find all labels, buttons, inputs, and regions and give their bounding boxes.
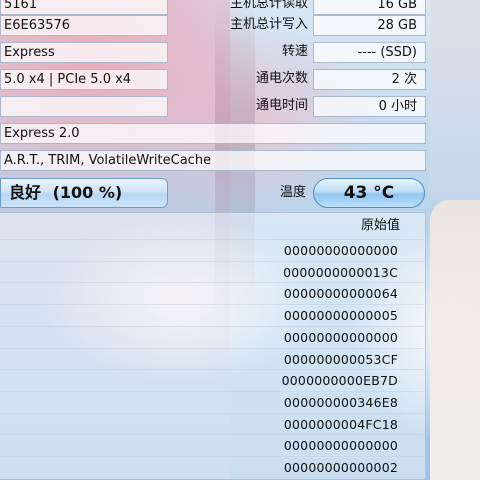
standard-field: Express 2.0 xyxy=(0,123,426,144)
health-percent-text: (100 %) xyxy=(52,183,123,202)
host-reads-field: 16 GB xyxy=(313,0,426,15)
raw-value-cell: 0000000000EB7D xyxy=(281,373,398,389)
interface-field: Express xyxy=(0,42,168,63)
raw-value-column-header[interactable]: 原始值 xyxy=(361,213,400,239)
table-header: 原始值 xyxy=(0,213,424,239)
host-writes-field: 28 GB xyxy=(313,15,426,36)
health-status-text: 良好 xyxy=(9,183,42,202)
table-row[interactable]: 00000000000000 xyxy=(0,434,424,456)
power-on-hours-label: 通电时间 xyxy=(255,98,308,113)
rotation-rate-label: 转速 xyxy=(281,44,308,59)
table-row[interactable]: 00000000000000 xyxy=(0,239,424,261)
table-row[interactable]: 0000000004FC18 xyxy=(0,412,424,435)
table-row[interactable]: 00000000000002 xyxy=(0,456,424,478)
serial-number-field: E6E63576 xyxy=(0,15,168,36)
features-value: A.R.T., TRIM, VolatileWriteCache xyxy=(4,153,212,168)
table-row[interactable]: 00000000000064 xyxy=(0,282,424,304)
background-art-hair xyxy=(430,0,480,200)
host-writes-label: 主机总计写入 xyxy=(229,17,308,32)
smart-attributes-table[interactable]: 原始值 00000000000000 0000000000013C 00000000… xyxy=(0,212,426,480)
temperature-label: 温度 xyxy=(280,185,307,200)
features-field: A.R.T., TRIM, VolatileWriteCache xyxy=(0,150,426,171)
drive-letter-field xyxy=(0,96,168,117)
temperature-button[interactable]: 43 °C xyxy=(313,178,425,208)
host-writes-value: 28 GB xyxy=(377,18,417,33)
table-row[interactable]: 000000000346E8 xyxy=(0,390,424,413)
raw-value-cell: 00000000000000 xyxy=(283,438,398,454)
raw-value-cell: 00000000000064 xyxy=(283,286,398,302)
power-on-hours-value: 0 小时 xyxy=(378,99,417,114)
power-on-count-value: 2 次 xyxy=(391,72,417,87)
raw-value-cell: 0000000000013C xyxy=(283,264,398,280)
table-row[interactable]: 0000000000EB7D xyxy=(0,369,424,391)
firmware-value: 5161 xyxy=(4,0,38,12)
raw-value-cell: 00000000000000 xyxy=(283,243,398,258)
power-on-count-label: 通电次数 xyxy=(255,71,308,86)
serial-number-value: E6E63576 xyxy=(4,18,71,33)
power-on-count-field: 2 次 xyxy=(313,69,426,90)
firmware-field: 5161 xyxy=(0,0,168,15)
raw-value-cell: 00000000000002 xyxy=(283,460,398,475)
transfer-mode-value: 5.0 x4 | PCIe 5.0 x4 xyxy=(4,72,132,87)
rotation-rate-field: ---- (SSD) xyxy=(313,42,426,63)
raw-value-cell: 000000000346E8 xyxy=(283,394,398,410)
standard-value: Express 2.0 xyxy=(4,126,80,141)
host-reads-value: 16 GB xyxy=(377,0,417,12)
transfer-mode-field: 5.0 x4 | PCIe 5.0 x4 xyxy=(0,69,168,90)
background-art-character xyxy=(430,200,480,480)
raw-value-cell: 00000000000000 xyxy=(283,329,398,345)
table-row[interactable]: 00000000000005 xyxy=(0,304,424,326)
rotation-rate-value: ---- (SSD) xyxy=(357,45,417,60)
table-row[interactable]: 000000000053CF xyxy=(0,347,424,370)
raw-value-cell: 000000000053CF xyxy=(283,351,398,367)
raw-value-cell: 00000000000005 xyxy=(283,308,398,324)
table-row[interactable]: 0000000000013C xyxy=(0,260,424,283)
host-reads-label: 主机总计读取 xyxy=(229,0,308,11)
table-row[interactable]: 00000000000000 xyxy=(0,325,424,348)
interface-value: Express xyxy=(4,45,55,60)
power-on-hours-field: 0 小时 xyxy=(313,96,426,117)
health-status-button[interactable]: 良好 (100 %) xyxy=(0,178,168,208)
temperature-value: 43 °C xyxy=(343,183,395,203)
raw-value-cell: 0000000004FC18 xyxy=(283,416,398,432)
